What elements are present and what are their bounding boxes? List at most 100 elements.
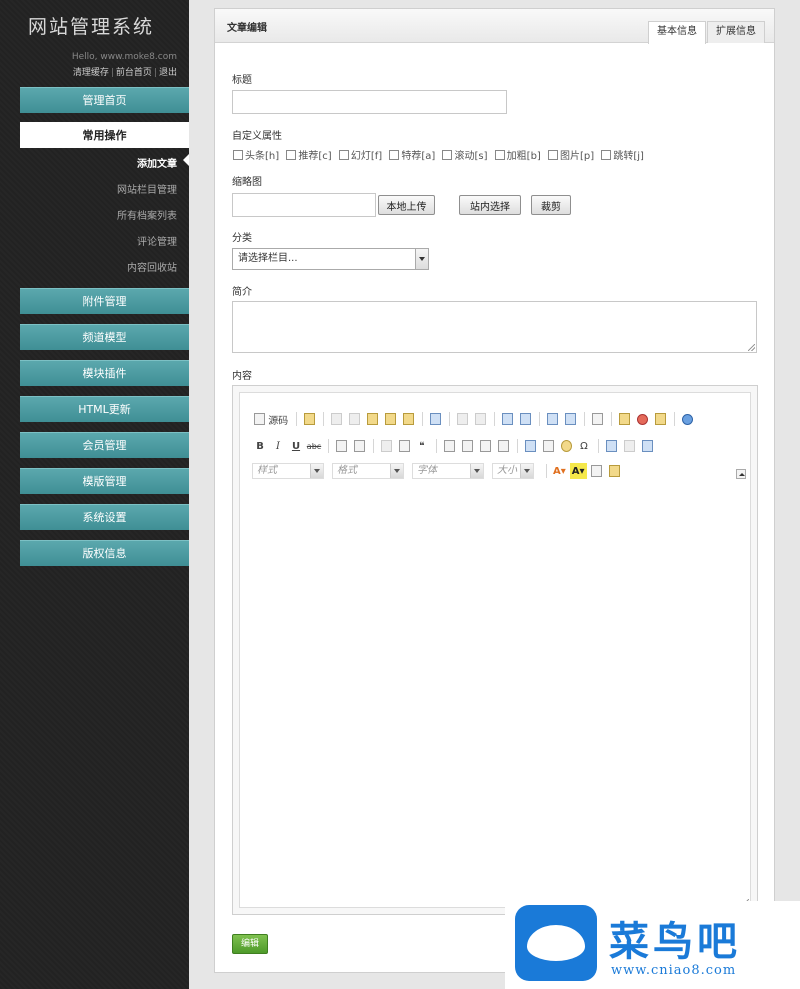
local-upload-button[interactable]: 本地上传 [378,195,435,215]
link-globe-icon[interactable] [679,411,695,427]
clear-cache-link[interactable]: 清理缓存 [73,68,109,78]
source-button[interactable]: 源码 [252,411,290,427]
watermark-url: www.cniao8.com [611,963,737,978]
cut-icon[interactable] [328,411,344,427]
blockquote-icon[interactable]: ❝ [414,438,430,454]
attr-headline-label: 头条[h] [245,151,280,162]
editor-content-area[interactable] [240,485,750,907]
remove-format-icon[interactable] [562,411,578,427]
sub-item-archive-list[interactable]: 所有档案列表 [117,207,177,222]
nav-system-settings[interactable]: 系统设置 [20,504,189,530]
link-icon[interactable] [603,438,619,454]
flash-icon[interactable] [634,411,650,427]
sub-item-comments[interactable]: 评论管理 [137,233,177,248]
attr-headline-checkbox[interactable] [233,149,243,160]
title-input[interactable] [232,90,507,114]
replace-icon[interactable] [517,411,533,427]
table-icon[interactable] [522,438,538,454]
page-break-icon[interactable] [589,463,605,479]
frontend-home-link[interactable]: 前台首页 [116,68,152,78]
thumbnail-input[interactable] [232,193,376,217]
template-icon[interactable] [301,411,317,427]
attr-scroll-checkbox[interactable] [442,149,453,160]
link-separator: | [153,68,157,78]
unordered-list-icon[interactable] [351,438,367,454]
preview-icon[interactable] [607,463,623,479]
nav-templates[interactable]: 模版管理 [20,468,189,494]
nav-html-update[interactable]: HTML更新 [20,396,189,422]
resize-grip-icon[interactable] [748,344,755,351]
size-combo[interactable]: 大小 [492,463,534,479]
special-char-button[interactable]: Ω [576,438,592,454]
paste-text-icon[interactable] [382,411,398,427]
tab-extended-info[interactable]: 扩展信息 [707,21,765,43]
attr-recommend-checkbox[interactable] [286,149,297,160]
nav-admin-home[interactable]: 管理首页 [20,87,189,113]
ordered-list-icon[interactable] [333,438,349,454]
find-icon[interactable] [499,411,515,427]
nav-members[interactable]: 会员管理 [20,432,189,458]
sub-item-add-article[interactable]: 添加文章 [137,155,177,170]
strikethrough-button[interactable]: abc [306,438,322,454]
font-combo[interactable]: 字体 [412,463,484,479]
anchor-flag-icon[interactable] [639,438,655,454]
indent-icon[interactable] [396,438,412,454]
current-item-arrow [183,154,189,166]
bold-button[interactable]: B [252,438,268,454]
nav-module-plugins[interactable]: 模块插件 [20,360,189,386]
underline-button[interactable]: U [288,438,304,454]
format-combo[interactable]: 格式 [332,463,404,479]
toolbar-separator [373,439,374,453]
toolbar-separator [584,412,586,426]
unlink-icon[interactable] [621,438,637,454]
redo-icon[interactable] [472,411,488,427]
copy-icon[interactable] [346,411,362,427]
toolbar-collapse-icon[interactable] [736,469,746,479]
align-justify-icon[interactable] [495,438,511,454]
select-all-icon[interactable] [544,411,560,427]
crop-button[interactable]: 裁剪 [531,195,571,215]
nav-channel-models[interactable]: 频道模型 [20,324,189,350]
spellcheck-icon[interactable] [427,411,443,427]
style-combo-label: 样式 [257,465,277,476]
nav-copyright[interactable]: 版权信息 [20,540,189,566]
summary-textarea[interactable] [232,301,757,353]
attr-special-checkbox[interactable] [389,149,400,160]
image-icon[interactable] [589,411,605,427]
paste-word-icon[interactable] [400,411,416,427]
align-right-icon[interactable] [477,438,493,454]
horizontal-rule-icon[interactable] [540,438,556,454]
insert-image-icon[interactable] [616,411,632,427]
smiley-icon[interactable] [558,438,574,454]
category-select[interactable]: 请选择栏目... [232,248,429,270]
category-select-value: 请选择栏目... [238,253,298,264]
tab-basic-info[interactable]: 基本信息 [648,21,706,44]
sub-item-column-management[interactable]: 网站栏目管理 [117,181,177,196]
media-icon[interactable] [652,411,668,427]
attr-redirect-checkbox[interactable] [601,149,612,160]
site-select-button[interactable]: 站内选择 [459,195,521,215]
site-title: 网站管理系统 [28,16,155,38]
align-center-icon[interactable] [459,438,475,454]
background-color-button[interactable]: A ▾ [569,463,587,479]
sub-item-recycle-bin[interactable]: 内容回收站 [127,259,177,274]
toolbar-separator [494,412,496,426]
style-combo[interactable]: 样式 [252,463,324,479]
attr-image-checkbox[interactable] [548,149,559,160]
toolbar-separator [517,439,518,453]
align-left-icon[interactable] [441,438,457,454]
font-color-button[interactable]: A ▾ [551,463,568,479]
chevron-down-icon [310,464,323,478]
outdent-icon[interactable] [378,438,394,454]
nav-attachments[interactable]: 附件管理 [20,288,189,314]
chevron-down-icon [390,464,403,478]
logout-link[interactable]: 退出 [159,68,177,78]
attr-bold-checkbox[interactable] [494,149,505,160]
italic-button[interactable]: I [270,438,286,454]
nav-common-operations[interactable]: 常用操作 [20,122,189,148]
undo-icon[interactable] [454,411,470,427]
paste-icon[interactable] [364,411,380,427]
attr-slideshow-checkbox[interactable] [338,149,349,160]
submit-edit-button[interactable]: 编辑 [232,934,268,954]
custom-attributes: 头条[h] 推荐[c] 幻灯[f] 特荐[a] 滚动[s] 加粗[b] 图片[p… [233,147,648,163]
